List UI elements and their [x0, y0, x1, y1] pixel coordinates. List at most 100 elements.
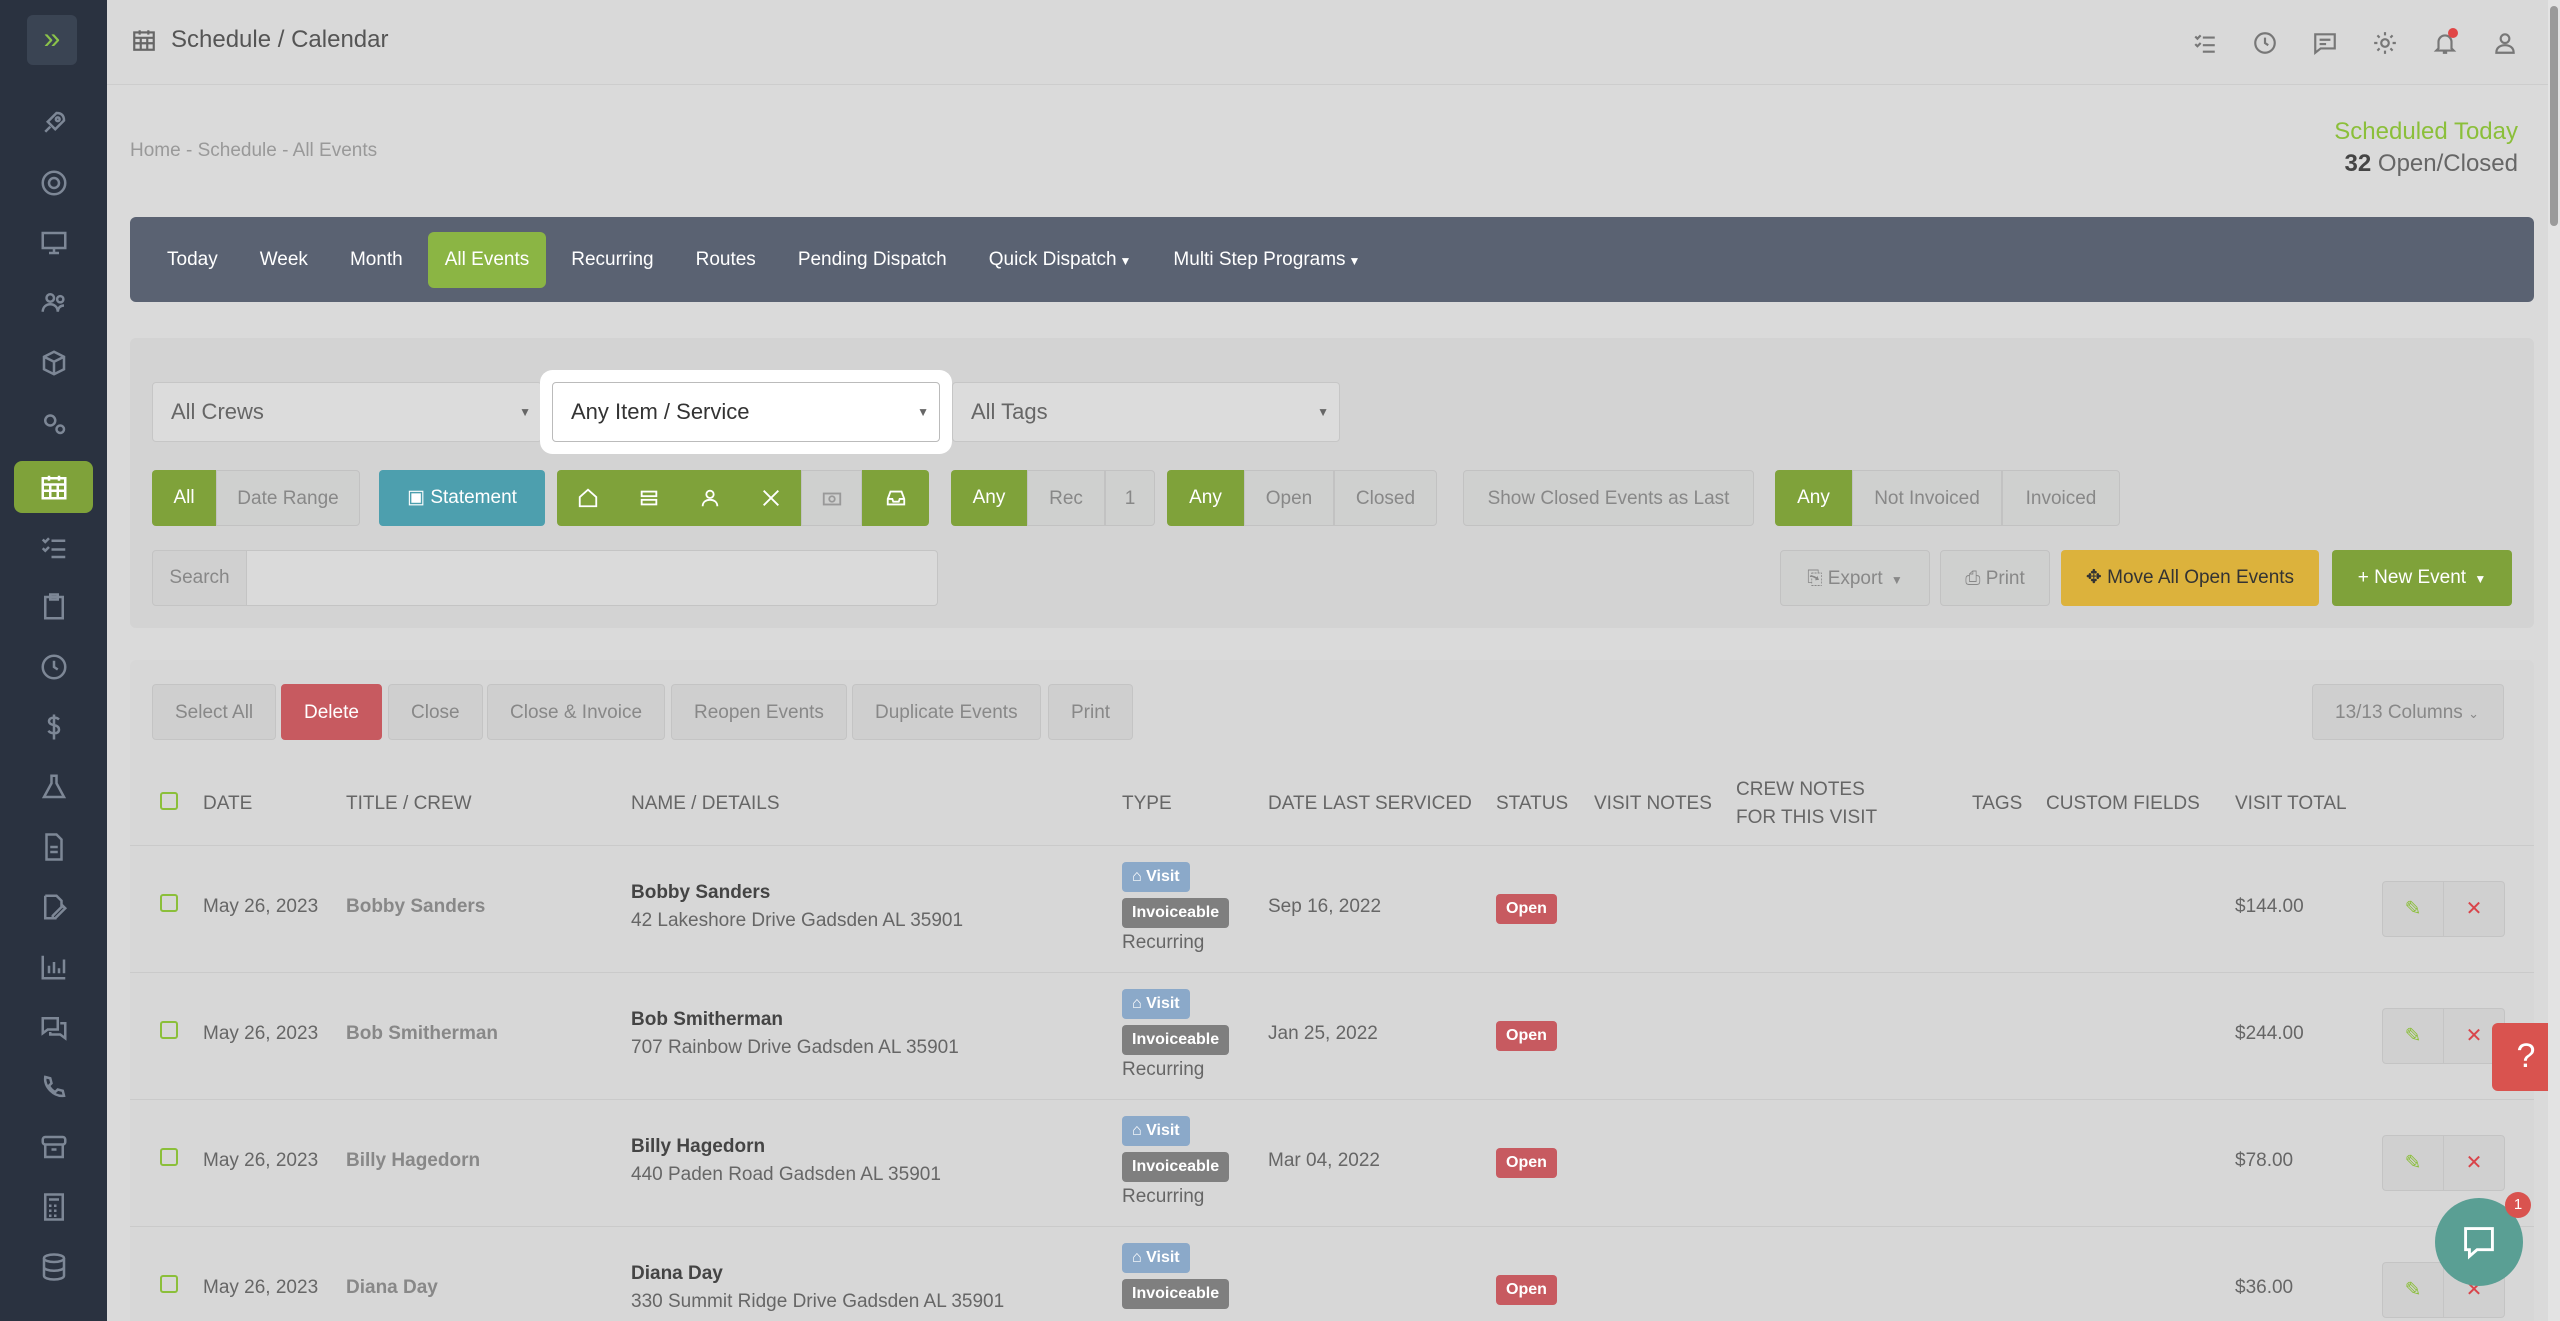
sidebar-item-calls[interactable]	[14, 1061, 93, 1113]
tab-month[interactable]: Month	[333, 232, 420, 288]
table-row[interactable]: May 26, 2023 Bob Smitherman Bob Smitherm…	[130, 972, 2534, 1099]
sidebar-item-billing[interactable]	[14, 701, 93, 753]
tab-today[interactable]: Today	[150, 232, 235, 288]
row-crew[interactable]: Bobby Sanders	[346, 896, 485, 918]
row-customer-name[interactable]: Billy Hagedorn	[631, 1136, 765, 1158]
scrollbar-thumb[interactable]	[2550, 6, 2558, 226]
status-closed-button[interactable]: Closed	[1334, 470, 1437, 526]
time-clock-button[interactable]	[2250, 28, 2280, 58]
delete-row-button[interactable]: ✕	[2443, 881, 2505, 937]
tags-select[interactable]: All Tags ▼	[952, 382, 1340, 442]
row-customer-name[interactable]: Diana Day	[631, 1263, 723, 1285]
breadcrumb-home[interactable]: Home	[130, 140, 181, 161]
edit-button[interactable]: ✎	[2382, 1008, 2444, 1064]
row-customer-name[interactable]: Bobby Sanders	[631, 882, 770, 904]
recurring-rec-button[interactable]: Rec	[1027, 470, 1105, 526]
type-person-toggle[interactable]	[679, 470, 740, 526]
sidebar-toggle-button[interactable]: »	[27, 15, 77, 65]
columns-select[interactable]: 13/13 Columns ⌄	[2312, 684, 2504, 740]
close-button[interactable]: Close	[388, 684, 483, 740]
type-route-toggle[interactable]	[618, 470, 679, 526]
sidebar-item-schedule[interactable]	[14, 461, 93, 513]
status-any-button[interactable]: Any	[1167, 470, 1244, 526]
table-row[interactable]: May 26, 2023 Bobby Sanders Bobby Sanders…	[130, 845, 2534, 972]
col-status[interactable]: STATUS	[1496, 790, 1568, 818]
print-selected-button[interactable]: Print	[1048, 684, 1134, 740]
tab-recurring[interactable]: Recurring	[554, 232, 670, 288]
date-all-button[interactable]: All	[152, 470, 216, 526]
row-crew[interactable]: Billy Hagedorn	[346, 1150, 480, 1172]
sidebar-item-signatures[interactable]	[14, 881, 93, 933]
recurring-one-button[interactable]: 1	[1105, 470, 1155, 526]
sidebar-item-calculator[interactable]	[14, 1181, 93, 1233]
invoice-any-button[interactable]: Any	[1775, 470, 1852, 526]
tab-routes[interactable]: Routes	[679, 232, 773, 288]
row-checkbox[interactable]	[160, 1275, 178, 1293]
sidebar-item-chemicals[interactable]	[14, 761, 93, 813]
type-visit-toggle[interactable]	[557, 470, 618, 526]
invoiced-button[interactable]: Invoiced	[2002, 470, 2120, 526]
new-event-button[interactable]: + New Event ▼	[2332, 550, 2512, 606]
sidebar-item-rocket[interactable]	[14, 97, 93, 149]
not-invoiced-button[interactable]: Not Invoiced	[1852, 470, 2002, 526]
search-input[interactable]	[246, 550, 938, 606]
row-crew[interactable]: Bob Smitherman	[346, 1023, 498, 1045]
close-invoice-button[interactable]: Close & Invoice	[487, 684, 666, 740]
type-inbox-toggle[interactable]	[862, 470, 929, 526]
tab-multi-step-programs[interactable]: Multi Step Programs ▼	[1156, 232, 1377, 288]
status-open-button[interactable]: Open	[1244, 470, 1334, 526]
row-customer-name[interactable]: Bob Smitherman	[631, 1009, 783, 1031]
move-all-open-events-button[interactable]: ✥ Move All Open Events	[2061, 550, 2319, 606]
date-range-button[interactable]: Date Range	[216, 470, 360, 526]
tasks-button[interactable]	[2190, 28, 2220, 58]
type-billing-toggle[interactable]	[801, 470, 862, 526]
sidebar-item-items[interactable]	[14, 337, 93, 389]
row-crew[interactable]: Diana Day	[346, 1277, 438, 1299]
edit-button[interactable]: ✎	[2382, 1135, 2444, 1191]
print-button[interactable]: ⎙ Print	[1940, 550, 2050, 606]
chat-widget-button[interactable]: 1	[2435, 1192, 2531, 1286]
sidebar-item-archive[interactable]	[14, 1121, 93, 1173]
sidebar-item-customers[interactable]	[14, 277, 93, 329]
tab-all-events[interactable]: All Events	[427, 231, 547, 288]
table-row[interactable]: May 26, 2023 Diana Day Diana Day 330 Sum…	[130, 1226, 2534, 1321]
statement-button[interactable]: ▣ Statement	[379, 470, 545, 526]
page-scrollbar[interactable]	[2548, 0, 2560, 1321]
row-checkbox[interactable]	[160, 894, 178, 912]
col-custom-fields[interactable]: CUSTOM FIELDS	[2046, 790, 2200, 818]
delete-button[interactable]: Delete	[281, 684, 382, 740]
sidebar-item-reports[interactable]	[14, 941, 93, 993]
sidebar-item-dashboard[interactable]	[14, 217, 93, 269]
user-menu-button[interactable]	[2490, 28, 2520, 58]
export-button[interactable]: ⎘ Export ▼	[1780, 550, 1930, 606]
sidebar-item-documents[interactable]	[14, 821, 93, 873]
tab-pending-dispatch[interactable]: Pending Dispatch	[781, 232, 964, 288]
duplicate-events-button[interactable]: Duplicate Events	[852, 684, 1041, 740]
reopen-events-button[interactable]: Reopen Events	[671, 684, 847, 740]
messages-button[interactable]	[2310, 28, 2340, 58]
tab-week[interactable]: Week	[243, 232, 325, 288]
edit-button[interactable]: ✎	[2382, 1262, 2444, 1318]
show-closed-last-button[interactable]: Show Closed Events as Last	[1463, 470, 1754, 526]
col-crew-notes[interactable]: CREW NOTES FOR THIS VISIT	[1736, 776, 1877, 832]
delete-row-button[interactable]: ✕	[2443, 1135, 2505, 1191]
sidebar-item-messages[interactable]	[14, 1001, 93, 1053]
notifications-button[interactable]	[2430, 28, 2460, 58]
row-checkbox[interactable]	[160, 1021, 178, 1039]
recurring-any-button[interactable]: Any	[951, 470, 1027, 526]
breadcrumb-schedule[interactable]: Schedule	[198, 140, 277, 161]
col-date-last-serviced[interactable]: DATE LAST SERVICED	[1268, 790, 1472, 818]
tab-quick-dispatch[interactable]: Quick Dispatch ▼	[972, 232, 1149, 288]
col-type[interactable]: TYPE	[1122, 790, 1172, 818]
col-title-crew[interactable]: TITLE / CREW	[346, 790, 472, 818]
sidebar-item-support[interactable]	[14, 157, 93, 209]
row-checkbox[interactable]	[160, 1148, 178, 1166]
col-visit-notes[interactable]: VISIT NOTES	[1594, 790, 1712, 818]
col-tags[interactable]: TAGS	[1972, 790, 2022, 818]
edit-button[interactable]: ✎	[2382, 881, 2444, 937]
table-row[interactable]: May 26, 2023 Billy Hagedorn Billy Hagedo…	[130, 1099, 2534, 1226]
col-date[interactable]: DATE	[203, 790, 252, 818]
item-service-select[interactable]: Any Item / Service ▼	[552, 382, 940, 442]
settings-button[interactable]	[2370, 28, 2400, 58]
type-tools-toggle[interactable]	[740, 470, 801, 526]
